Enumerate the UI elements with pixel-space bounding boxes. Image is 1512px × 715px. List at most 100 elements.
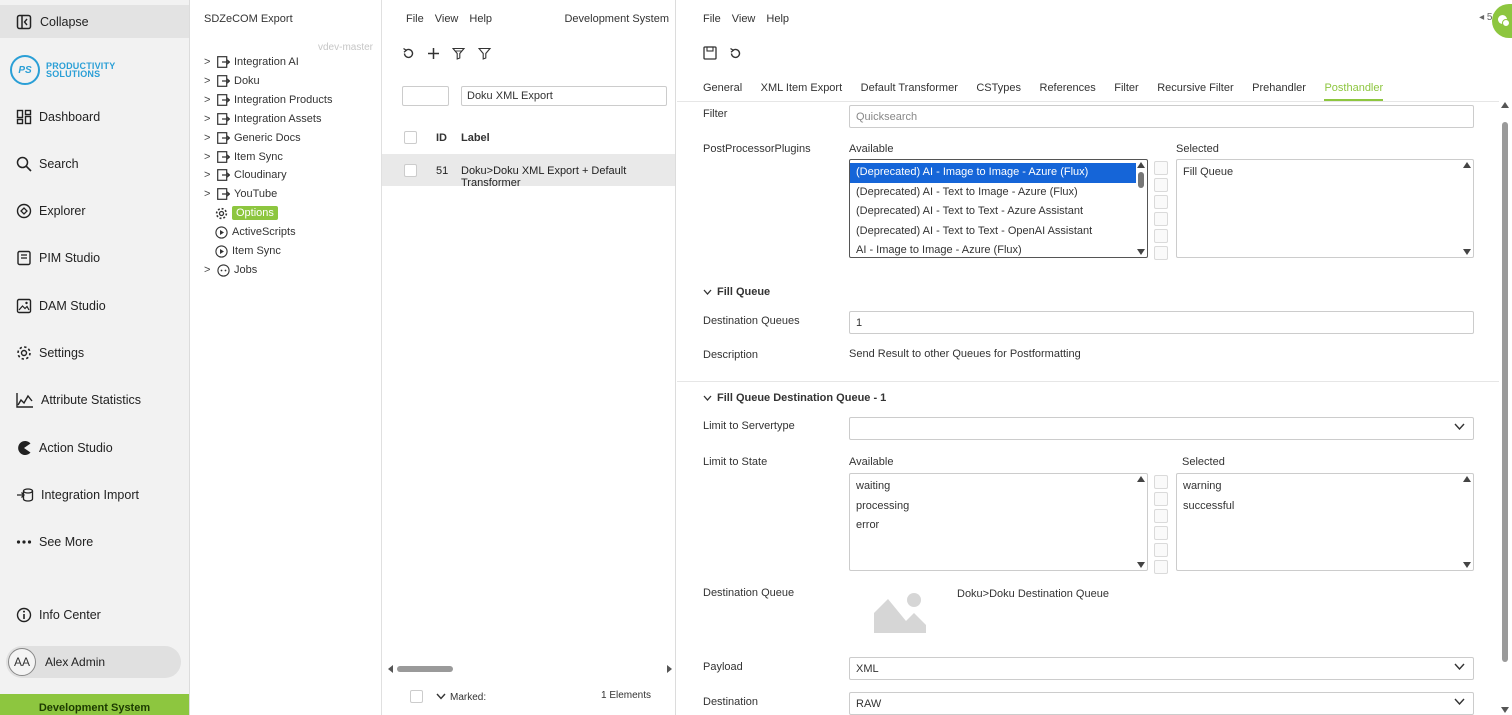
tree-node[interactable]: > Generic Docs [204, 130, 301, 146]
dest-queues-input[interactable]: 1 [849, 311, 1474, 334]
details-vertical-scrollbar[interactable] [1501, 100, 1509, 715]
list-item[interactable]: successful [1177, 497, 1473, 517]
tab-recursive-filter[interactable]: Recursive Filter [1157, 82, 1233, 101]
available-plugins-list[interactable]: (Deprecated) AI - Image to Image - Azure… [849, 159, 1148, 258]
tab-default-transformer[interactable]: Default Transformer [861, 82, 958, 101]
vertical-scrollbar[interactable] [1135, 474, 1147, 570]
available-states-list[interactable]: waiting processing error [849, 473, 1148, 571]
table-row[interactable]: 51 Doku>Doku XML Export + Default Transf… [382, 154, 675, 189]
row-checkbox[interactable] [404, 164, 417, 177]
menu-view[interactable]: View [732, 13, 756, 25]
tree-node[interactable]: > Integration Products [204, 92, 332, 108]
nav-search[interactable]: Search [16, 153, 79, 175]
tab-references[interactable]: References [1040, 82, 1096, 101]
menu-help[interactable]: Help [469, 13, 492, 25]
list-item[interactable]: error [850, 516, 1147, 536]
tab-xml-item-export[interactable]: XML Item Export [761, 82, 843, 101]
move-right-button[interactable] [1154, 178, 1168, 192]
label-filter-input[interactable]: Doku XML Export [461, 86, 667, 106]
move-down-button[interactable] [1154, 212, 1168, 226]
menu-help[interactable]: Help [766, 13, 789, 25]
tab-cstypes[interactable]: CSTypes [976, 82, 1021, 101]
move-up-button[interactable] [1154, 509, 1168, 523]
tree-node[interactable]: > Integration Assets [204, 111, 321, 127]
chat-button[interactable] [1492, 4, 1512, 38]
move-left-button[interactable] [1154, 229, 1168, 243]
menu-view[interactable]: View [435, 13, 459, 25]
add-icon[interactable] [427, 47, 440, 60]
save-icon[interactable] [703, 46, 717, 60]
user-menu[interactable]: AA Alex Admin [6, 646, 181, 678]
chevron-right-icon[interactable]: > [204, 94, 214, 106]
refresh-icon[interactable] [402, 47, 415, 60]
chevron-down-icon[interactable] [436, 693, 446, 700]
id-filter-input[interactable] [402, 86, 449, 106]
refresh-icon[interactable] [729, 47, 742, 60]
chevron-right-icon[interactable]: > [204, 264, 214, 276]
nav-settings[interactable]: Settings [16, 342, 84, 364]
tab-general[interactable]: General [703, 82, 742, 101]
vertical-scrollbar[interactable] [1135, 160, 1147, 257]
list-item[interactable]: (Deprecated) AI - Text to Text - OpenAI … [850, 222, 1136, 242]
chevron-right-icon[interactable]: > [204, 132, 214, 144]
move-left-button[interactable] [1154, 543, 1168, 557]
tree-node[interactable]: Item Sync [215, 243, 281, 259]
horizontal-scrollbar[interactable] [388, 664, 672, 674]
chevron-right-icon[interactable]: > [204, 169, 214, 181]
list-item[interactable]: AI - Image to Image - Azure (Flux) [850, 241, 1136, 257]
move-right-button[interactable] [1154, 492, 1168, 506]
tree-node[interactable]: > YouTube [204, 186, 277, 202]
move-all-right-button[interactable] [1154, 161, 1168, 175]
tree-node-options[interactable]: Options [215, 205, 278, 221]
quicksearch-input[interactable]: Quicksearch [849, 105, 1474, 128]
collapse-button[interactable]: Collapse [0, 5, 189, 38]
move-all-left-button[interactable] [1154, 560, 1168, 574]
chevron-right-icon[interactable]: > [204, 188, 214, 200]
move-up-button[interactable] [1154, 195, 1168, 209]
list-item[interactable]: warning [1177, 477, 1473, 497]
move-all-left-button[interactable] [1154, 246, 1168, 260]
list-item[interactable]: (Deprecated) AI - Text to Image - Azure … [850, 183, 1136, 203]
image-placeholder-icon[interactable] [874, 591, 926, 633]
payload-select[interactable]: XML [849, 657, 1474, 680]
filter-settings-icon[interactable] [452, 47, 466, 60]
nav-action-studio[interactable]: Action Studio [16, 437, 113, 459]
servertype-select[interactable] [849, 417, 1474, 440]
vertical-scrollbar[interactable] [1461, 474, 1473, 570]
tree-node[interactable]: > Doku [204, 73, 260, 89]
col-id-header[interactable]: ID [436, 132, 447, 144]
tree-node[interactable]: ActiveScripts [215, 224, 296, 240]
list-item[interactable]: (Deprecated) AI - Text to Text - Azure A… [850, 202, 1136, 222]
chevron-right-icon[interactable]: > [204, 56, 214, 68]
nav-explorer[interactable]: Explorer [16, 200, 86, 222]
tree-node[interactable]: > Cloudinary [204, 167, 287, 183]
tree-node[interactable]: > Jobs [204, 262, 257, 278]
tree-node[interactable]: > Integration AI [204, 54, 299, 70]
chevron-right-icon[interactable]: > [204, 151, 214, 163]
tree-node[interactable]: > Item Sync [204, 149, 283, 165]
move-down-button[interactable] [1154, 526, 1168, 540]
tab-prehandler[interactable]: Prehandler [1252, 82, 1306, 101]
destination-select[interactable]: RAW [849, 692, 1474, 715]
chevron-right-icon[interactable]: > [204, 75, 214, 87]
menu-file[interactable]: File [703, 13, 721, 25]
filter-icon[interactable] [478, 47, 492, 60]
list-item[interactable]: Fill Queue [1177, 163, 1473, 183]
menu-file[interactable]: File [406, 13, 424, 25]
nav-pim-studio[interactable]: PIM Studio [16, 247, 100, 269]
nav-dam-studio[interactable]: DAM Studio [16, 295, 106, 317]
tab-posthandler[interactable]: Posthandler [1324, 82, 1384, 101]
nav-attribute-statistics[interactable]: Attribute Statistics [16, 389, 141, 411]
col-label-header[interactable]: Label [461, 132, 490, 144]
marked-checkbox[interactable] [410, 690, 423, 703]
selected-states-list[interactable]: warning successful [1176, 473, 1474, 571]
fill-queue-section-header[interactable]: Fill Queue [703, 286, 770, 298]
nav-see-more[interactable]: See More [16, 531, 93, 553]
nav-info-center[interactable]: Info Center [16, 604, 101, 626]
chevron-right-icon[interactable]: > [204, 113, 214, 125]
list-item[interactable]: (Deprecated) AI - Image to Image - Azure… [850, 163, 1136, 183]
select-all-checkbox[interactable] [404, 131, 417, 144]
list-item[interactable]: waiting [850, 477, 1147, 497]
list-item[interactable]: processing [850, 497, 1147, 517]
nav-dashboard[interactable]: Dashboard [16, 106, 100, 128]
